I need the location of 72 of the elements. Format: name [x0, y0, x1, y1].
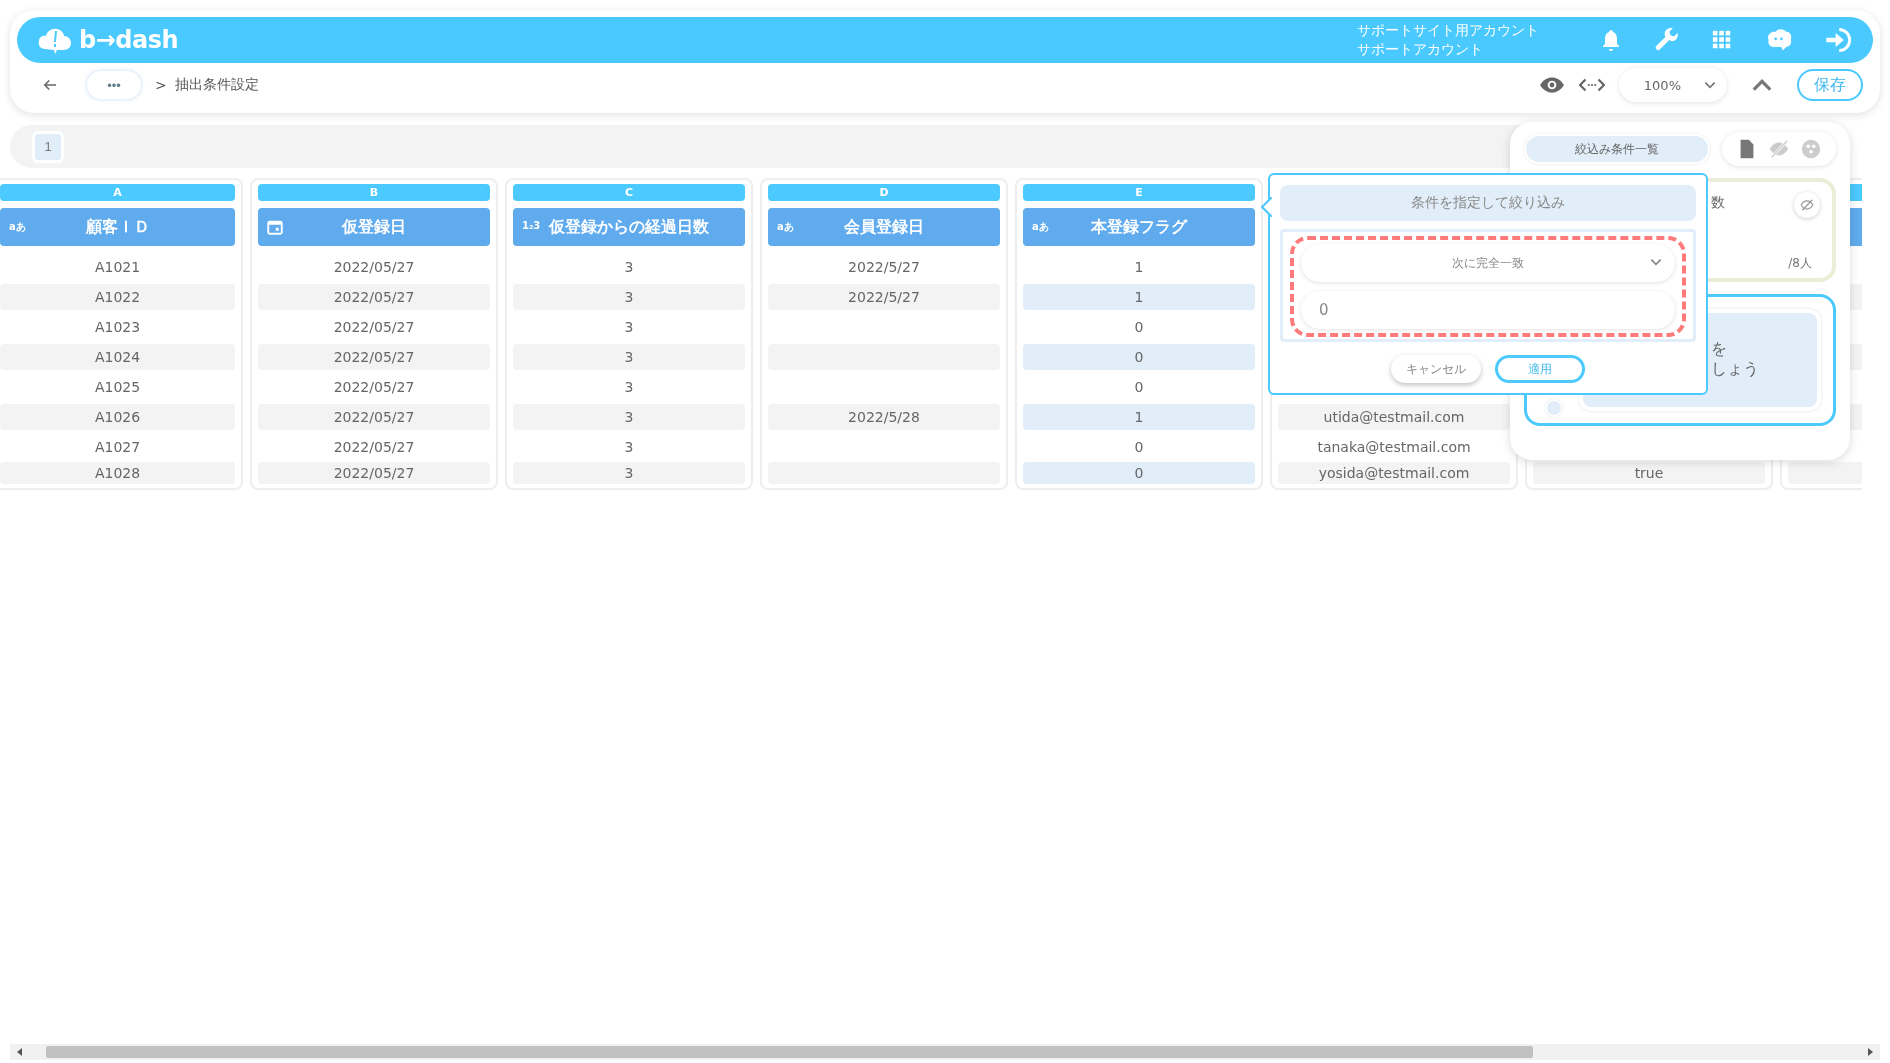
column-header: aあ 顧客ＩＤ [0, 208, 235, 246]
table-cell: yosida@testmail.com [1278, 462, 1510, 484]
operator-select[interactable]: 次に完全一致 [1301, 244, 1675, 282]
column-header: 仮登録日 [258, 208, 490, 246]
column-header: aあ 会員登録日 [768, 208, 1000, 246]
table-cell: A1026 [0, 404, 235, 430]
table-cell: 1 [1023, 284, 1255, 310]
table-cell-text: 3 [623, 258, 635, 277]
value-input[interactable]: 0 [1301, 291, 1675, 329]
column-letter: E [1023, 184, 1255, 201]
table-cell-text: tanaka@testmail.com [1316, 438, 1472, 457]
column-letter: D [768, 184, 1000, 201]
table-cell: 2022/5/27 [768, 284, 1000, 310]
sheet-tab[interactable]: 1 [32, 130, 64, 163]
table-cell-text: 0 [1133, 318, 1145, 337]
table-cell: A1022 [0, 284, 235, 310]
table-cell-text: 2022/05/27 [332, 258, 416, 277]
hint-text: しょう [1711, 359, 1759, 379]
table-cell: 2022/05/27 [258, 284, 490, 310]
table-cell-text: A1023 [93, 318, 142, 337]
table-cell: 3 [513, 284, 745, 310]
table-cell-text: 3 [623, 438, 635, 457]
table-cell-text: 0 [1133, 438, 1145, 457]
table-cell: true [1533, 462, 1765, 484]
type-label: 1₂3 [522, 220, 541, 231]
breadcrumb-separator: > [155, 77, 167, 93]
table-cell: 2022/05/27 [258, 404, 490, 430]
logo-text: b→dash [79, 26, 179, 54]
condition-text: 数 [1711, 193, 1725, 212]
table-cell: 0 [1023, 344, 1255, 370]
cancel-button[interactable]: キャンセル [1391, 355, 1481, 383]
table-cell: utida@testmail.com [1278, 404, 1510, 430]
table-cell-text: 3 [623, 318, 635, 337]
column-header: aあ 本登録フラグ [1023, 208, 1255, 246]
table-cell: 1 [1023, 404, 1255, 430]
column-letter: A [0, 184, 235, 201]
table-cell: A1028 [0, 462, 235, 484]
table-cell-text: 0 [1133, 378, 1145, 397]
more-button[interactable]: ••• [87, 71, 141, 99]
table-cell: 2022/05/27 [258, 462, 490, 484]
account-name: サポートサイト用アカウント [1357, 21, 1539, 40]
count-text: /8人 [1788, 255, 1812, 272]
popup-title: 条件を指定して絞り込み [1280, 185, 1696, 221]
column-header: 1₂3 仮登録からの経過日数 [513, 208, 745, 246]
table-cell: 0 [1023, 462, 1255, 484]
table-cell-text: 3 [623, 378, 635, 397]
filter-list-tab[interactable]: 絞込み条件一覧 [1524, 134, 1710, 164]
table-cell: 2022/05/27 [258, 344, 490, 370]
type-label: aあ [1032, 220, 1049, 234]
table-cell-text: A1025 [93, 378, 142, 397]
zoom-select[interactable]: 100% [1619, 68, 1727, 102]
table-cell-text: A1021 [93, 258, 142, 277]
column-letter: C [513, 184, 745, 201]
table-cell-text: 2022/05/27 [332, 378, 416, 397]
table-cell: 2022/5/28 [768, 404, 1000, 430]
table-cell: 3 [513, 404, 745, 430]
table-cell: 3 [513, 344, 745, 370]
save-button[interactable]: 保存 [1797, 69, 1863, 101]
account-name: サポートアカウント [1357, 40, 1484, 59]
table-cell-text: 2022/05/27 [332, 318, 416, 337]
table-cell: A1024 [0, 344, 235, 370]
breadcrumb-current: 抽出条件設定 [174, 76, 259, 94]
column-letter: B [258, 184, 490, 201]
table-cell-text: 2022/05/27 [332, 438, 416, 457]
table-cell: 3 [513, 462, 745, 484]
type-label: aあ [9, 220, 26, 234]
type-label: aあ [777, 220, 794, 234]
hint-text: を [1711, 339, 1727, 359]
table-cell-text: 2022/5/27 [847, 258, 921, 277]
table-cell-text: A1027 [93, 438, 142, 457]
apply-button[interactable]: 適用 [1495, 355, 1585, 383]
table-cell-text: 1 [1133, 258, 1145, 277]
